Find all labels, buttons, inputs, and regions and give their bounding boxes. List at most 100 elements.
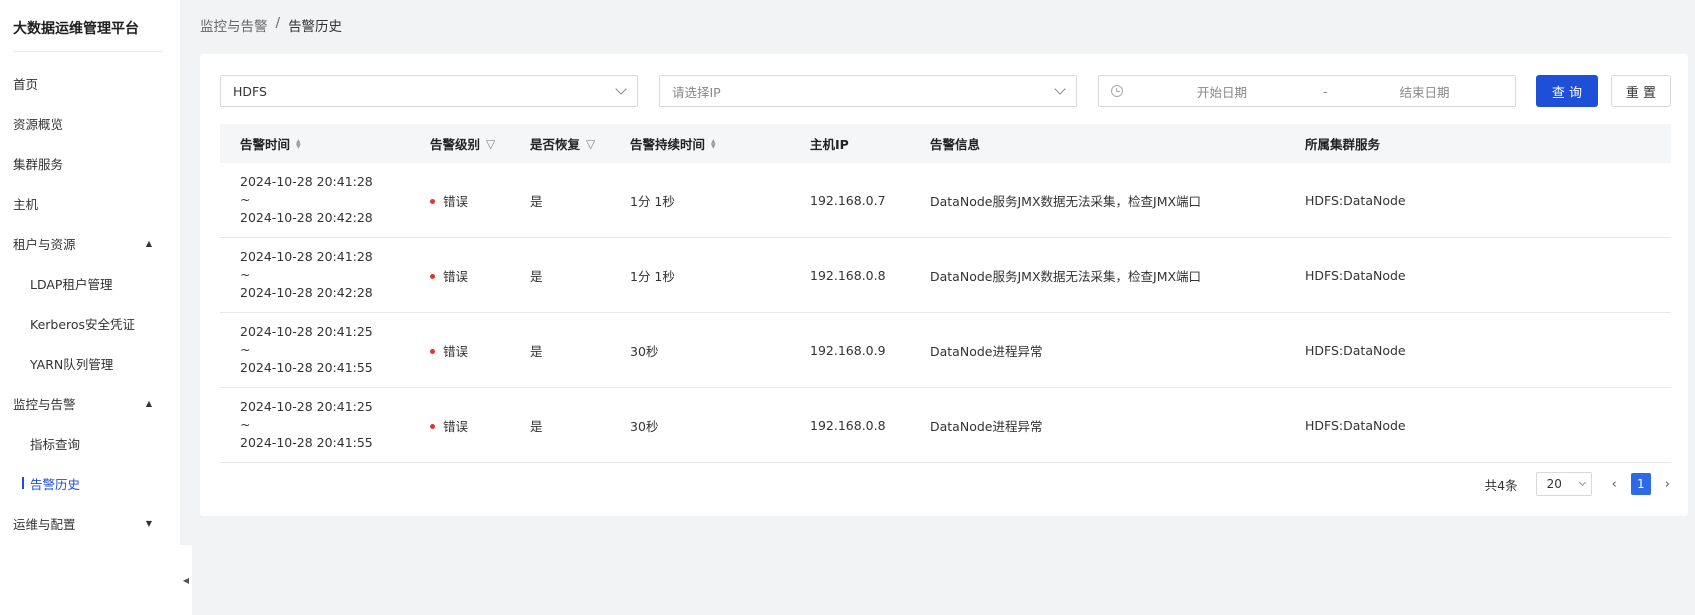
sidebar-item-metrics-query[interactable]: 指标查询 xyxy=(0,423,180,463)
app-title: 大数据运维管理平台 xyxy=(13,0,163,52)
sidebar-group-tenants[interactable]: 租户与资源 ▲ xyxy=(0,223,180,263)
header-recovered: 是否恢复 ▽ xyxy=(530,134,630,153)
header-info: 告警信息 xyxy=(930,134,1305,153)
table-row: 2024-10-28 20:41:25 ~2024-10-28 20:41:55 … xyxy=(220,388,1671,463)
cell-duration: 1分 1秒 xyxy=(630,193,675,209)
filter-icon[interactable]: ▽ xyxy=(586,137,595,151)
page-size-value: 20 xyxy=(1546,477,1562,491)
cell-info: DataNode服务JMX数据无法采集，检查JMX端口 xyxy=(930,268,1202,284)
cell-service: HDFS:DataNode xyxy=(1305,192,1406,208)
sidebar-item-label: 集群服务 xyxy=(13,156,64,172)
header-label: 主机IP xyxy=(810,137,849,152)
breadcrumb-parent[interactable]: 监控与告警 xyxy=(200,15,268,35)
sidebar-item-resource-overview[interactable]: 资源概览 xyxy=(0,103,180,143)
sidebar: 大数据运维管理平台 首页 资源概览 集群服务 主机 租户与资源 ▲ LDAP租户管… xyxy=(0,0,180,615)
caret-up-icon: ▲ xyxy=(145,238,152,248)
header-level: 告警级别 ▽ xyxy=(430,134,530,153)
sidebar-item-alert-history[interactable]: 告警历史 xyxy=(0,463,180,503)
cell-host-ip: 192.168.0.8 xyxy=(810,267,886,283)
sidebar-item-label: YARN队列管理 xyxy=(30,356,114,372)
cell-time: 2024-10-28 20:41:25 ~2024-10-28 20:41:55 xyxy=(240,399,373,450)
sidebar-menu: 首页 资源概览 集群服务 主机 租户与资源 ▲ LDAP租户管理 Kerberos… xyxy=(0,52,180,543)
service-select[interactable]: HDFS xyxy=(220,75,638,107)
filter-icon[interactable]: ▽ xyxy=(486,137,495,151)
cell-info: DataNode服务JMX数据无法采集，检查JMX端口 xyxy=(930,193,1202,209)
reset-button[interactable]: 重 置 xyxy=(1611,75,1671,107)
header-time[interactable]: 告警时间 ▲ ▼ xyxy=(220,134,430,153)
cell-service: HDFS:DataNode xyxy=(1305,267,1406,283)
sidebar-group-monitoring[interactable]: 监控与告警 ▲ xyxy=(0,383,180,423)
table-row: 2024-10-28 20:41:25 ~2024-10-28 20:41:55 … xyxy=(220,313,1671,388)
header-label: 告警持续时间 xyxy=(630,137,706,152)
service-select-value: HDFS xyxy=(233,83,267,99)
error-dot-icon xyxy=(430,273,435,279)
cell-level: 错误 xyxy=(430,341,530,360)
chevron-down-icon xyxy=(1578,478,1586,487)
sidebar-item-label: LDAP租户管理 xyxy=(30,276,113,292)
sidebar-item-label: 租户与资源 xyxy=(13,236,76,252)
ip-select-placeholder: 请选择IP xyxy=(672,84,721,100)
sidebar-item-kerberos[interactable]: Kerberos安全凭证 xyxy=(0,303,180,343)
caret-up-icon: ▲ xyxy=(145,398,152,408)
cell-time: 2024-10-28 20:41:25 ~2024-10-28 20:41:55 xyxy=(240,324,373,375)
prev-page-button[interactable]: ‹ xyxy=(1612,477,1617,492)
breadcrumb: 监控与告警 / 告警历史 xyxy=(200,15,342,35)
alert-table: 告警时间 ▲ ▼ 告警级别 ▽ 是否恢复 ▽ 告警持续时间 ▲ ▼ 主机IP 告警信息 所属… xyxy=(220,124,1671,463)
error-dot-icon xyxy=(430,423,435,429)
sidebar-item-label: Kerberos安全凭证 xyxy=(30,316,136,332)
date-range-picker[interactable]: 开始日期 - 结束日期 xyxy=(1098,75,1516,107)
collapse-left-icon: ◀ xyxy=(182,575,190,585)
sidebar-item-hosts[interactable]: 主机 xyxy=(0,183,180,223)
sidebar-item-label: 资源概览 xyxy=(13,116,64,132)
cell-level: 错误 xyxy=(430,416,530,435)
cell-recovered: 是 xyxy=(530,343,543,359)
total-count: 共4条 xyxy=(1484,477,1518,493)
query-button[interactable]: 查 询 xyxy=(1536,75,1598,107)
sidebar-collapse-button[interactable]: ◀ xyxy=(180,545,192,615)
cell-time: 2024-10-28 20:41:28 ~2024-10-28 20:42:28 xyxy=(240,174,373,225)
chevron-down-icon xyxy=(1054,83,1066,95)
header-label: 告警时间 xyxy=(240,137,291,152)
cell-recovered: 是 xyxy=(530,193,543,209)
ip-select[interactable]: 请选择IP xyxy=(659,75,1077,107)
sidebar-group-ops-config[interactable]: 运维与配置 ▼ xyxy=(0,503,180,543)
error-dot-icon xyxy=(430,198,435,204)
page-1-button[interactable]: 1 xyxy=(1630,473,1651,495)
sidebar-item-home[interactable]: 首页 xyxy=(0,63,180,103)
breadcrumb-current: 告警历史 xyxy=(288,19,343,35)
sort-icon[interactable]: ▲ ▼ xyxy=(296,138,301,149)
cell-duration: 30秒 xyxy=(630,418,659,434)
cell-service: HDFS:DataNode xyxy=(1305,417,1406,433)
date-end-input[interactable]: 结束日期 xyxy=(1400,82,1450,101)
cell-info: DataNode进程异常 xyxy=(930,343,1043,359)
sidebar-gutter xyxy=(180,0,192,545)
sidebar-item-label: 主机 xyxy=(13,196,39,212)
sort-icon[interactable]: ▲ ▼ xyxy=(711,138,716,149)
cell-service: HDFS:DataNode xyxy=(1305,342,1406,358)
caret-down-icon: ▼ xyxy=(145,518,152,528)
table-row: 2024-10-28 20:41:28 ~2024-10-28 20:42:28 … xyxy=(220,238,1671,313)
header-label: 告警信息 xyxy=(930,137,981,152)
clock-icon xyxy=(1111,85,1123,97)
cell-duration: 30秒 xyxy=(630,343,659,359)
sidebar-item-yarn-queues[interactable]: YARN队列管理 xyxy=(0,343,180,383)
date-range-separator: - xyxy=(1323,83,1328,99)
cell-host-ip: 192.168.0.9 xyxy=(810,342,886,358)
filter-bar: HDFS 请选择IP 开始日期 - 结束日期 查 询 重 置 xyxy=(220,75,1671,107)
date-start-input[interactable]: 开始日期 xyxy=(1197,82,1247,101)
alert-history-card: HDFS 请选择IP 开始日期 - 结束日期 查 询 重 置 告警时间 ▲ ▼ 告警… xyxy=(200,54,1688,516)
header-label: 是否恢复 xyxy=(530,137,581,152)
next-page-button[interactable]: › xyxy=(1665,477,1670,492)
header-service: 所属集群服务 xyxy=(1305,134,1605,153)
header-host-ip: 主机IP xyxy=(810,134,930,153)
header-duration[interactable]: 告警持续时间 ▲ ▼ xyxy=(630,134,810,153)
page-size-select[interactable]: 20 xyxy=(1535,472,1592,496)
cell-recovered: 是 xyxy=(530,268,543,284)
sidebar-item-ldap-tenants[interactable]: LDAP租户管理 xyxy=(0,263,180,303)
cell-host-ip: 192.168.0.7 xyxy=(810,192,886,208)
sidebar-item-cluster-services[interactable]: 集群服务 xyxy=(0,143,180,183)
cell-level: 错误 xyxy=(430,191,530,210)
cell-time: 2024-10-28 20:41:28 ~2024-10-28 20:42:28 xyxy=(240,249,373,300)
table-row: 2024-10-28 20:41:28 ~2024-10-28 20:42:28 … xyxy=(220,163,1671,238)
cell-host-ip: 192.168.0.8 xyxy=(810,417,886,433)
